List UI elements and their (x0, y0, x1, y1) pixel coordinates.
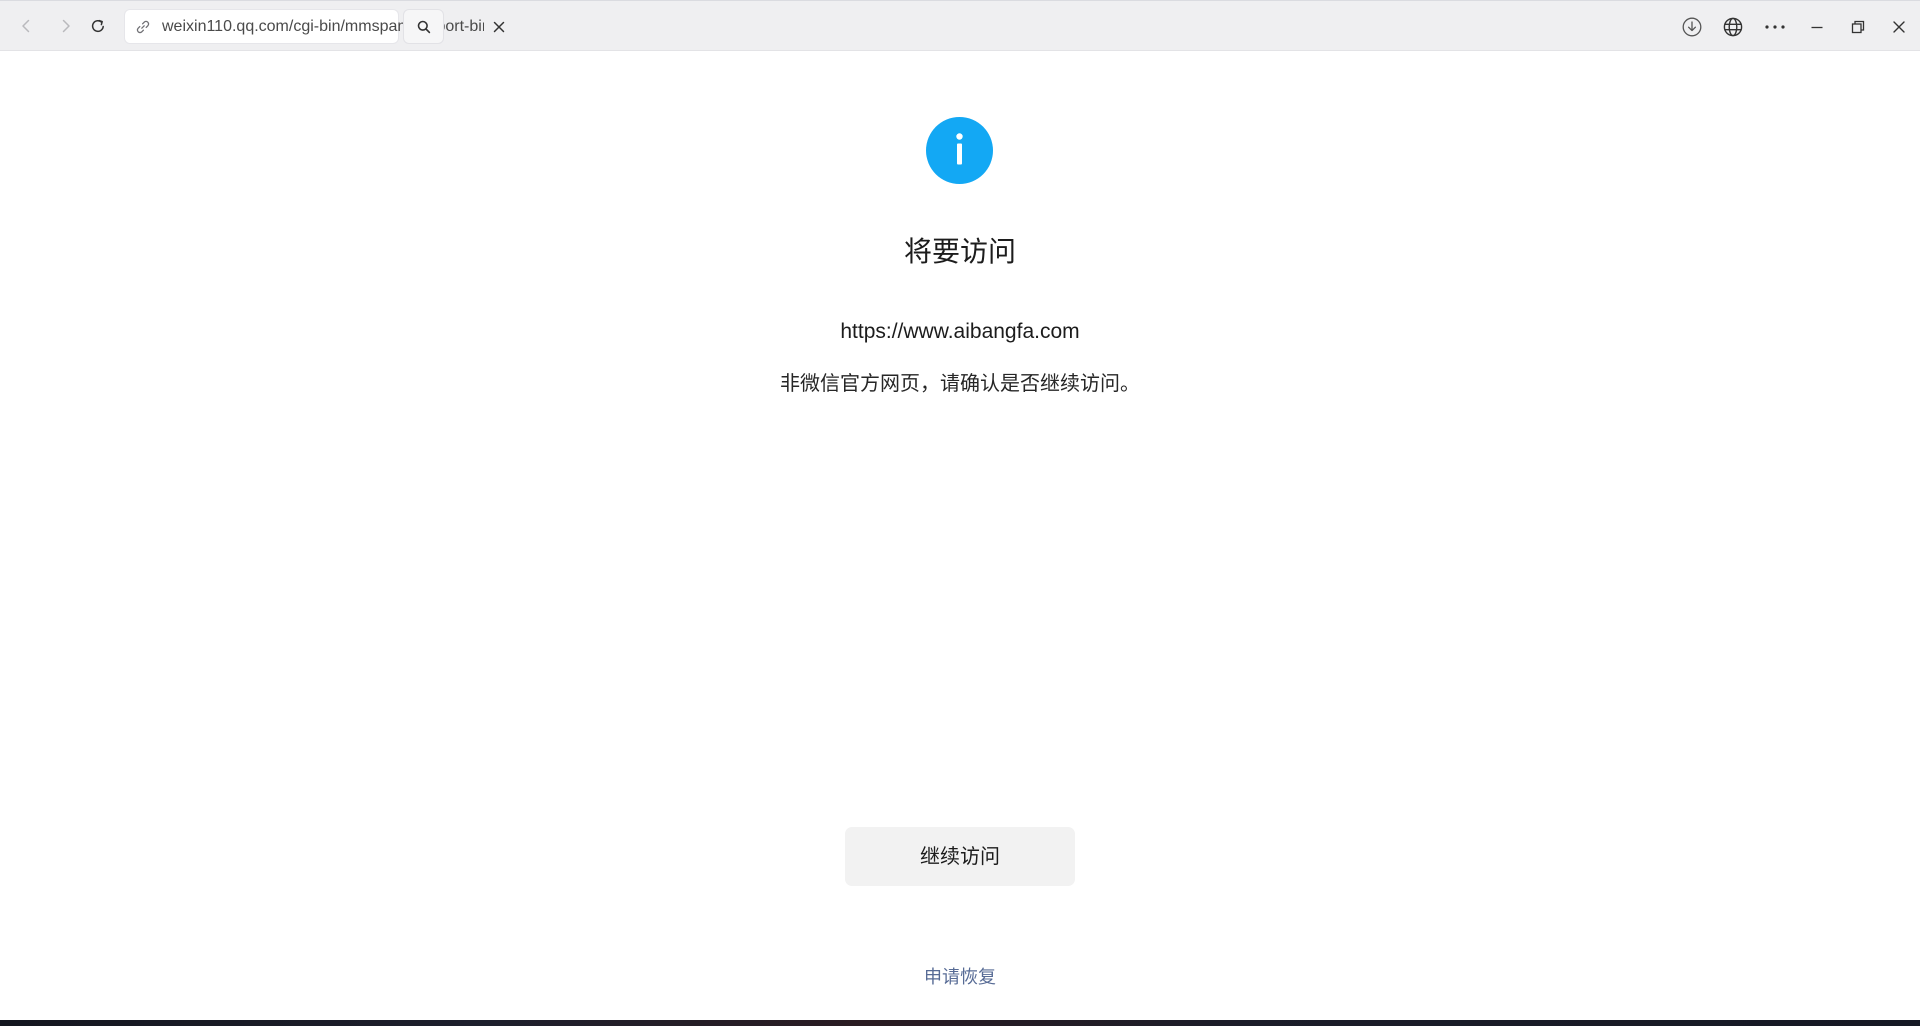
search-icon (417, 20, 430, 33)
back-button[interactable] (12, 12, 40, 40)
reload-icon (91, 19, 104, 33)
search-button[interactable] (404, 10, 443, 43)
continue-visit-button[interactable]: 继续访问 (845, 827, 1075, 886)
minimize-icon (1811, 26, 1823, 29)
chevron-left-icon (22, 19, 30, 33)
browser-window: weixin110.qq.com/cgi-bin/mmspamsupport-b… (0, 0, 1920, 1026)
restore-window-icon (1851, 20, 1865, 34)
reload-button[interactable] (84, 12, 112, 40)
info-icon (926, 117, 993, 184)
taskbar-edge (0, 1020, 1920, 1026)
restore-button[interactable] (1843, 12, 1873, 42)
close-window-icon (1893, 21, 1905, 33)
appeal-restore-link[interactable]: 申请恢复 (0, 964, 1920, 992)
minimize-button[interactable] (1802, 12, 1832, 42)
chevron-right-icon (62, 19, 70, 33)
address-bar[interactable]: weixin110.qq.com/cgi-bin/mmspamsupport-b… (125, 10, 505, 43)
translate-button[interactable] (1718, 12, 1748, 42)
target-url: https://www.aibangfa.com (840, 320, 1080, 343)
download-button[interactable] (1677, 12, 1707, 42)
page-title: 将要访问 (903, 235, 1016, 268)
close-window-button[interactable] (1884, 12, 1914, 42)
globe-icon (1723, 17, 1743, 37)
more-dots-icon (1765, 25, 1785, 29)
more-menu-button[interactable] (1759, 12, 1791, 42)
close-icon (493, 21, 505, 33)
forward-button[interactable] (52, 12, 80, 40)
download-icon (1682, 17, 1702, 37)
link-icon (135, 19, 151, 35)
warning-message: 非微信官方网页，请确认是否继续访问。 (780, 371, 1140, 395)
clear-url-button[interactable] (490, 18, 508, 36)
browser-toolbar: weixin110.qq.com/cgi-bin/mmspamsupport-b… (0, 0, 1920, 51)
